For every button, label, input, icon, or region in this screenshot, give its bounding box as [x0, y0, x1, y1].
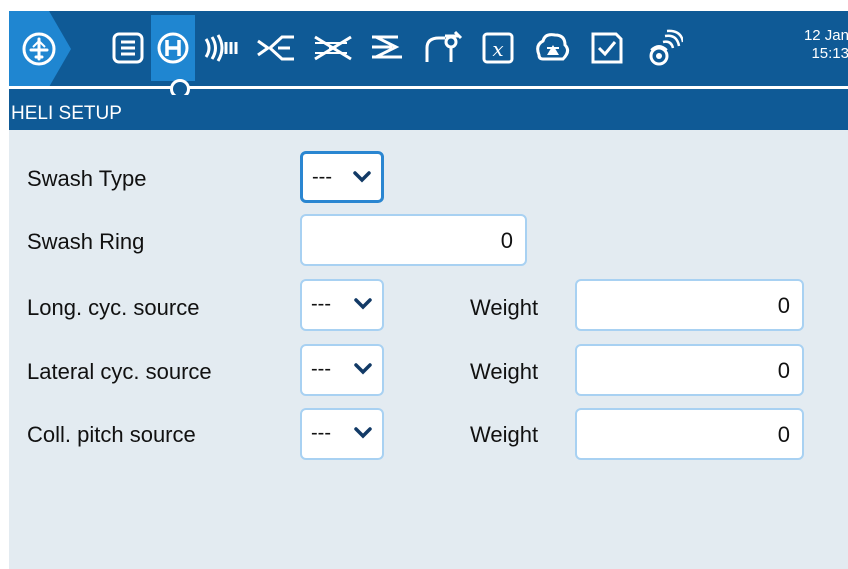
model-list-icon [112, 32, 144, 64]
mixes-icon [314, 35, 352, 61]
page-title: HELI SETUP [11, 103, 122, 124]
tab-curves[interactable] [417, 15, 469, 81]
coll-pitch-dropdown[interactable]: --- [300, 408, 384, 460]
lateral-cyc-dropdown[interactable]: --- [300, 344, 384, 396]
tab-global-variables[interactable]: x [472, 15, 524, 81]
tab-underline [9, 86, 848, 89]
screen: x 12 Jan 15:13 HELI SETUP Swash Type ---… [9, 11, 848, 569]
tab-telemetry[interactable] [636, 15, 690, 81]
chevron-down-icon [354, 427, 372, 439]
lateral-cyc-weight-value: 0 [777, 358, 790, 383]
swash-type-value: --- [312, 166, 332, 188]
outputs-icon [372, 35, 402, 59]
date-text: 12 Jan [803, 27, 848, 44]
global-variables-icon: x [482, 32, 514, 64]
coll-pitch-weight-field[interactable]: 0 [575, 408, 804, 460]
tab-outputs[interactable] [361, 15, 415, 81]
curves-icon [425, 30, 463, 62]
swash-ring-value: 0 [500, 228, 513, 253]
coll-pitch-weight-value: 0 [777, 422, 790, 447]
swash-ring-label: Swash Ring [27, 229, 145, 254]
home-button-shape [9, 11, 71, 87]
lateral-cyc-label: Lateral cyc. source [27, 359, 212, 384]
home-button[interactable] [9, 11, 73, 87]
swash-ring-field[interactable]: 0 [300, 214, 527, 266]
telemetry-icon [649, 29, 683, 66]
coll-pitch-value: --- [311, 422, 331, 444]
title-bar [9, 95, 848, 130]
lateral-cyc-weight-label: Weight [470, 359, 539, 384]
inputs-icon [257, 35, 294, 61]
coll-pitch-label: Coll. pitch source [27, 422, 196, 447]
long-cyc-label: Long. cyc. source [27, 295, 200, 320]
long-cyc-dropdown[interactable]: --- [300, 279, 384, 331]
heli-icon [157, 32, 189, 64]
tab-model-list[interactable] [99, 15, 157, 81]
tab-special-functions[interactable] [580, 15, 634, 81]
tab-inputs[interactable] [249, 15, 303, 81]
time-text: 15:13 [811, 45, 848, 62]
top-bar: x 12 Jan 15:13 [9, 11, 848, 99]
tab-flight-modes[interactable] [196, 15, 244, 81]
swash-type-label: Swash Type [27, 166, 147, 191]
lateral-cyc-value: --- [311, 358, 331, 380]
svg-text:x: x [492, 37, 503, 61]
chevron-down-icon [354, 363, 372, 375]
tab-logical-switches[interactable] [526, 15, 578, 81]
chevron-down-icon [353, 171, 371, 183]
long-cyc-weight-label: Weight [470, 295, 539, 320]
datetime: 12 Jan 15:13 [777, 27, 848, 63]
tab-heli-setup[interactable] [151, 15, 195, 81]
lateral-cyc-weight-field[interactable]: 0 [575, 344, 804, 396]
flight-modes-icon [204, 34, 238, 62]
coll-pitch-weight-label: Weight [470, 422, 539, 447]
long-cyc-value: --- [311, 293, 331, 315]
swash-type-dropdown[interactable]: --- [300, 151, 384, 203]
long-cyc-weight-value: 0 [777, 293, 790, 318]
chevron-down-icon [354, 298, 372, 310]
tab-mixes[interactable] [306, 15, 360, 81]
logical-switches-icon [536, 33, 570, 61]
long-cyc-weight-field[interactable]: 0 [575, 279, 804, 331]
checklist-icon [591, 32, 623, 64]
